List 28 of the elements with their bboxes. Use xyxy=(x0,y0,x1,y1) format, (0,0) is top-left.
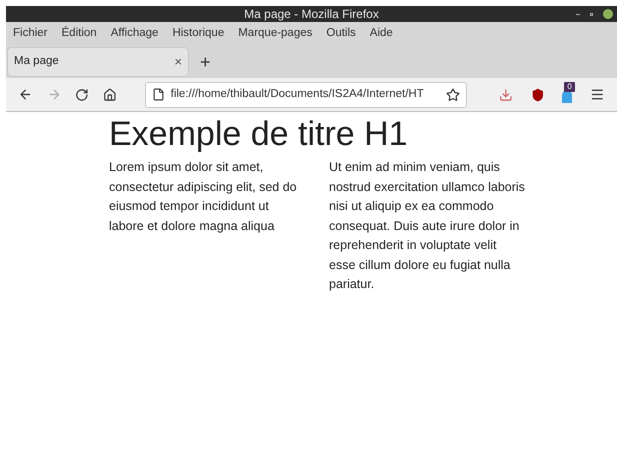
menu-icon[interactable] xyxy=(590,87,606,102)
download-icon[interactable] xyxy=(499,88,513,102)
star-icon[interactable] xyxy=(446,88,460,102)
menu-item[interactable]: Édition xyxy=(62,25,97,43)
badge-count: 0 xyxy=(564,82,575,92)
home-icon[interactable] xyxy=(102,88,117,102)
address-bar[interactable]: file:///home/thibault/Documents/IS2A4/Internet/HT xyxy=(144,82,468,108)
back-icon[interactable] xyxy=(18,87,33,102)
menu-item[interactable]: Outils xyxy=(326,25,356,43)
tab-close-button[interactable]: × xyxy=(174,52,182,72)
paragraph: Lorem ipsum dolor sit amet, consectetur adipiscing elit, sed do eiusmod tempor incididunt ut labore et dolore magna aliqua xyxy=(109,159,298,235)
tab-title: Ma page xyxy=(14,54,59,70)
menu-item[interactable]: Historique xyxy=(172,25,224,43)
page-heading: Exemple de titre H1 xyxy=(109,114,409,154)
url-text: file:///home/thibault/Documents/IS2A4/Internet/HT xyxy=(170,86,425,102)
restore-icon[interactable] xyxy=(590,12,593,16)
menu-item[interactable]: Fichier xyxy=(13,25,48,43)
browser-tab[interactable]: Ma page × xyxy=(8,48,188,76)
close-icon[interactable] xyxy=(603,9,613,19)
menu-item[interactable]: Marque-pages xyxy=(238,25,312,43)
new-tab-button[interactable]: + xyxy=(200,53,211,71)
paragraph: Ut enim ad minim veniam, quis nostrud exercitation ullamco laboris nisi ut aliquip ex ea commodo consequat. Duis aute irure dolor in reprehenderit in voluptate velit esse cillum dolore eu fugiat nulla pariatur. xyxy=(329,159,525,293)
reload-icon[interactable] xyxy=(75,88,89,102)
window-title: Ma page - Mozilla Firefox xyxy=(244,8,379,20)
menu-item[interactable]: Aide xyxy=(370,25,393,43)
shield-icon[interactable] xyxy=(530,88,544,102)
file-icon xyxy=(152,88,165,101)
menu-item[interactable]: Affichage xyxy=(110,25,158,43)
